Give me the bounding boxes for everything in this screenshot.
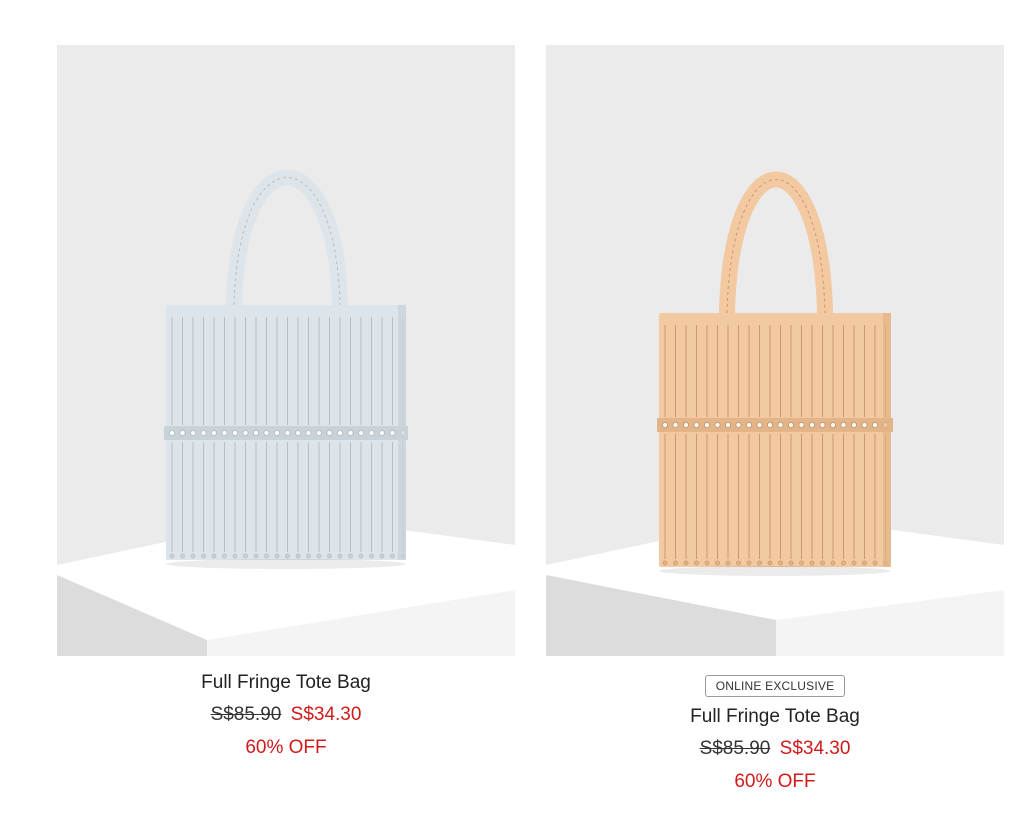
online-exclusive-badge: ONLINE EXCLUSIVE [704,675,846,697]
product-card[interactable]: Full Fringe Tote Bag S$85.90 S$34.30 60%… [57,45,515,759]
tote-bag-photo [546,45,1004,656]
product-image[interactable] [57,45,515,656]
sale-price: S$34.30 [779,738,851,759]
tote-bag-photo [57,45,515,656]
discount-label: 60% OFF [245,737,327,758]
product-card[interactable]: ONLINE EXCLUSIVE Full Fringe Tote Bag S$… [546,45,1004,793]
price-row: S$85.90 S$34.30 [546,738,1004,760]
product-name[interactable]: Full Fringe Tote Bag [546,706,1004,728]
sale-price: S$34.30 [290,704,362,725]
product-image[interactable] [546,45,1004,656]
original-price: S$85.90 [699,738,771,759]
product-name[interactable]: Full Fringe Tote Bag [57,672,515,694]
original-price: S$85.90 [210,704,282,725]
price-row: S$85.90 S$34.30 [57,704,515,726]
discount-label: 60% OFF [734,771,816,792]
